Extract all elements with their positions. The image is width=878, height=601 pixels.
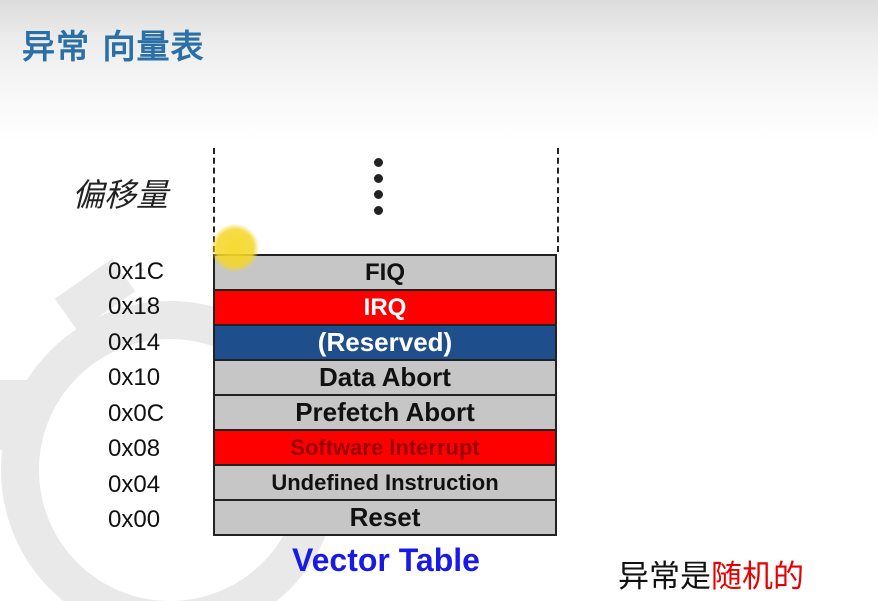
vector-row: Data Abort xyxy=(213,361,557,396)
vector-row: Prefetch Abort xyxy=(213,396,557,431)
offset-column: 0x1C 0x18 0x14 0x10 0x0C 0x08 0x04 0x00 xyxy=(108,254,188,538)
vector-row: Reset xyxy=(213,501,557,536)
ellipsis-dots-icon xyxy=(374,158,383,222)
offset-value: 0x00 xyxy=(108,506,161,534)
pointer-highlight-icon xyxy=(211,224,259,272)
vector-row: Software Interrupt xyxy=(213,431,557,466)
vector-row: (Reserved) xyxy=(213,326,557,361)
offset-value: 0x14 xyxy=(108,328,161,356)
vector-row: Undefined Instruction xyxy=(213,466,557,501)
vector-table: FIQ IRQ (Reserved) Data Abort Prefetch Abort… xyxy=(213,254,557,536)
vector-row: FIQ xyxy=(213,254,557,291)
offset-value: 0x04 xyxy=(108,470,161,498)
offset-value: 0x1C xyxy=(108,257,165,285)
note-highlight: 随机的 xyxy=(711,559,804,595)
offset-value: 0x10 xyxy=(108,364,161,392)
page-title: 异常 向量表 xyxy=(22,27,205,66)
vector-table-caption: Vector Table xyxy=(292,542,480,578)
dashed-boundary-right xyxy=(557,148,559,252)
offset-axis-label: 偏移量 xyxy=(72,176,169,214)
offset-value: 0x0C xyxy=(108,399,165,427)
vector-row: IRQ xyxy=(213,291,557,326)
offset-value: 0x08 xyxy=(108,435,161,463)
note-prefix: 异常是 xyxy=(618,559,711,595)
offset-value: 0x18 xyxy=(108,293,161,321)
note-text: 异常是随机的 xyxy=(618,551,804,596)
